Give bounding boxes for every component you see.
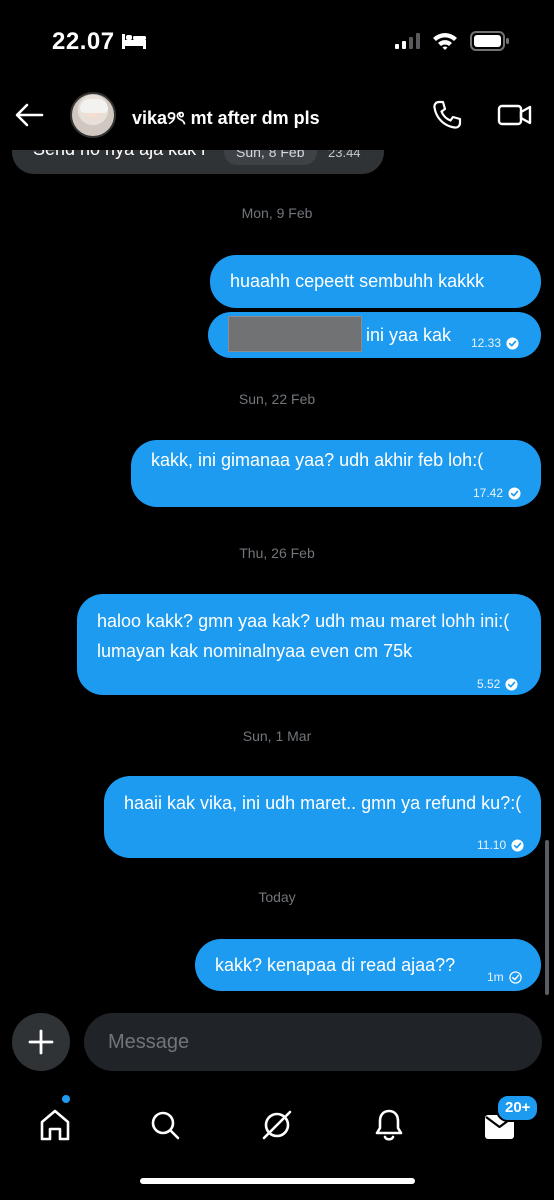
message-bubble-outgoing[interactable]: huaahh cepeett sembuhh kakkk: [210, 255, 541, 308]
message-time: 5.52: [477, 677, 501, 691]
date-separator: Sun, 1 Mar: [242, 728, 312, 744]
message-bubble-outgoing[interactable]: kakk, ini gimanaa yaa? udh akhir feb loh…: [131, 440, 541, 507]
date-chip: Sun, 8 Feb: [224, 150, 317, 165]
video-call-icon[interactable]: [496, 98, 534, 132]
message-text: huaahh cepeett sembuhh kakkk: [230, 271, 485, 291]
contact-name[interactable]: vika୨ৎ mt after dm pls: [132, 104, 320, 135]
battery-icon: [470, 31, 509, 51]
avatar[interactable]: [70, 92, 116, 138]
add-attachment-button[interactable]: [12, 1013, 70, 1071]
message-text: Send no nya aja kak r: [33, 150, 207, 163]
read-check-icon: [508, 486, 521, 500]
bed-icon: [122, 34, 146, 49]
sent-check-icon: [508, 970, 522, 984]
message-meta: 5.52: [477, 670, 518, 698]
message-time: 17.42: [473, 486, 504, 500]
message-text: haaii kak vika, ini udh maret.. gmn ya r…: [124, 793, 522, 813]
message-bubble-outgoing[interactable]: haloo kakk? gmn yaa kak? udh mau maret l…: [77, 594, 541, 695]
message-text: ini yaa kak: [366, 325, 452, 345]
read-check-icon: [505, 677, 518, 691]
read-check-icon: [511, 838, 524, 852]
chat-header: vika୨ৎ mt after dm pls: [0, 80, 554, 150]
message-time: 1m: [487, 970, 504, 984]
phone-icon[interactable]: [430, 98, 464, 132]
message-text: kakk? kenapaa di read ajaa??: [215, 955, 456, 975]
bell-icon[interactable]: [359, 1095, 419, 1155]
message-meta: 12.33: [471, 329, 519, 357]
message-list[interactable]: Send no nya aja kak r Sun, 8 Feb 23.44 M…: [0, 150, 554, 1005]
signal-icon: [395, 33, 420, 49]
message-meta: 17.42: [473, 479, 521, 507]
home-indicator: [140, 1178, 415, 1184]
message-input[interactable]: [84, 1013, 542, 1071]
message-meta: 1m: [487, 963, 522, 991]
read-check-icon: [506, 336, 519, 350]
message-bubble-outgoing[interactable]: haaii kak vika, ini udh maret.. gmn ya r…: [104, 776, 541, 858]
plus-icon: [28, 1029, 54, 1055]
composer: [0, 1005, 554, 1085]
date-separator: Thu, 26 Feb: [239, 545, 315, 561]
date-separator: Mon, 9 Feb: [241, 205, 313, 221]
grok-icon[interactable]: [247, 1095, 307, 1155]
home-notification-dot: [60, 1093, 72, 1105]
scrollbar[interactable]: [545, 840, 549, 995]
wifi-icon: [433, 33, 457, 50]
message-bubble-outgoing[interactable]: ini yaa kak 12.33: [208, 312, 541, 358]
date-separator: Sun, 22 Feb: [238, 391, 316, 407]
status-time: 22.07: [52, 28, 115, 55]
message-meta: 11.10: [477, 831, 524, 859]
messages-badge: 20+: [496, 1094, 540, 1122]
message-text: kakk, ini gimanaa yaa? udh akhir feb loh…: [151, 450, 484, 470]
status-bar: 22.07: [0, 0, 554, 80]
message-bubble-incoming[interactable]: Send no nya aja kak r Sun, 8 Feb 23.44: [12, 150, 384, 174]
redacted-block: [228, 316, 362, 352]
message-time: 11.10: [477, 838, 507, 852]
message-time: 12.33: [471, 336, 502, 350]
back-arrow-icon[interactable]: [12, 98, 46, 132]
search-icon[interactable]: [135, 1095, 195, 1155]
date-separator: Today: [258, 889, 296, 905]
message-time: 23.44: [328, 150, 361, 160]
home-icon[interactable]: [25, 1095, 85, 1155]
message-text: haloo kakk? gmn yaa kak? udh mau maret l…: [97, 611, 510, 661]
message-bubble-outgoing[interactable]: kakk? kenapaa di read ajaa?? 1m: [195, 939, 541, 991]
